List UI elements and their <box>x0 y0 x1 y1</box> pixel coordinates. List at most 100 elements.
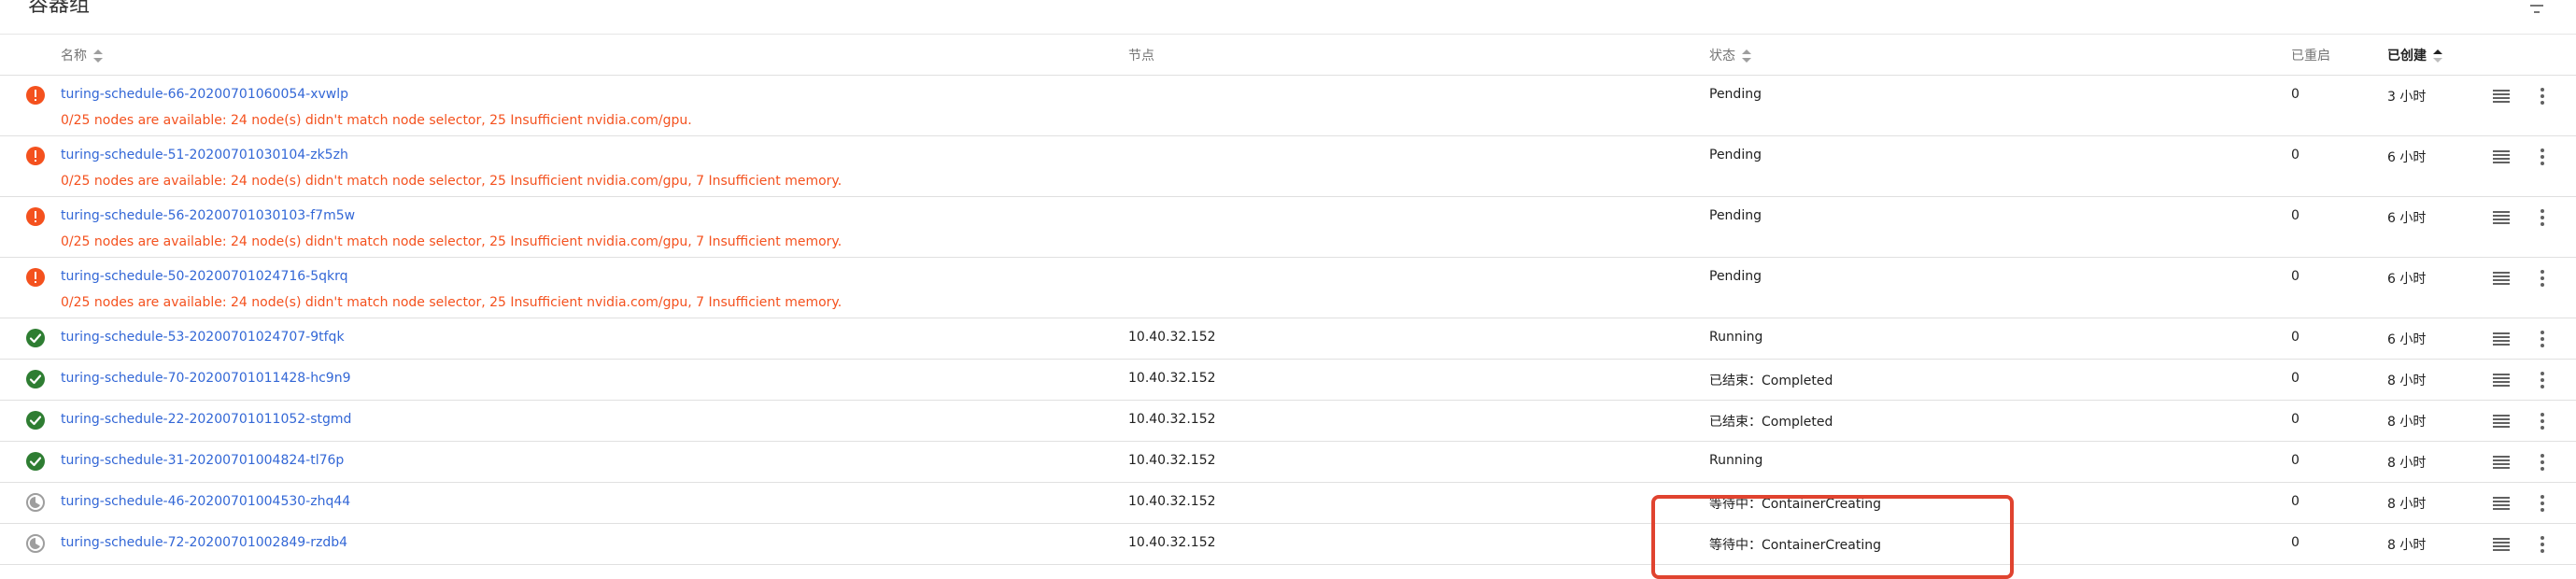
pod-restarts: 0 <box>2291 269 2300 284</box>
pod-restarts: 0 <box>2291 453 2300 468</box>
logs-icon[interactable] <box>2492 537 2511 552</box>
logs-icon[interactable] <box>2492 496 2511 511</box>
pod-error-message: 0/25 nodes are available: 24 node(s) did… <box>61 113 692 128</box>
pod-age: 3 小时 <box>2387 90 2427 105</box>
pod-node: 10.40.32.152 <box>1128 412 1216 427</box>
more-vert-icon[interactable] <box>2533 453 2552 472</box>
column-header-node-label: 节点 <box>1128 49 1154 64</box>
table-row: turing-schedule-22-20200701011052-stgmd … <box>0 401 2576 442</box>
title-divider <box>0 34 2576 35</box>
pending-circle-icon <box>26 493 45 512</box>
pod-name-link[interactable]: turing-schedule-66-20200701060054-xvwlp <box>61 87 348 102</box>
column-header-restarts: 已重启 <box>2291 45 2330 67</box>
sort-icon[interactable] <box>1741 49 1752 64</box>
table-row: turing-schedule-46-20200701004530-zhq44 … <box>0 483 2576 524</box>
pod-status: Pending <box>1709 269 1762 284</box>
pod-name-link[interactable]: turing-schedule-46-20200701004530-zhq44 <box>61 494 350 509</box>
column-header-status[interactable]: 状态 <box>1709 45 1752 67</box>
pod-name-link[interactable]: turing-schedule-72-20200701002849-rzdb4 <box>61 535 347 550</box>
pod-status: 已结束：Completed <box>1709 374 1833 388</box>
more-vert-icon[interactable] <box>2533 412 2552 431</box>
pod-status: 等待中：ContainerCreating <box>1709 538 1881 553</box>
pod-status: Pending <box>1709 208 1762 223</box>
pod-restarts: 0 <box>2291 330 2300 345</box>
table-row: turing-schedule-53-20200701024707-9tfqk … <box>0 318 2576 360</box>
column-header-node: 节点 <box>1128 45 1154 67</box>
logs-icon[interactable] <box>2492 210 2511 225</box>
table-row: turing-schedule-56-20200701030103-f7m5w … <box>0 197 2576 258</box>
pod-age: 8 小时 <box>2387 456 2427 471</box>
pod-status: 等待中：ContainerCreating <box>1709 497 1881 512</box>
more-vert-icon[interactable] <box>2533 269 2552 288</box>
error-circle-icon <box>26 86 45 105</box>
more-vert-icon[interactable] <box>2533 87 2552 106</box>
pod-age: 8 小时 <box>2387 538 2427 553</box>
pod-name-link[interactable]: turing-schedule-56-20200701030103-f7m5w <box>61 208 355 223</box>
pod-name-link[interactable]: turing-schedule-22-20200701011052-stgmd <box>61 412 351 427</box>
pod-status: Running <box>1709 330 1763 345</box>
check-circle-icon <box>26 411 45 430</box>
table-row: turing-schedule-51-20200701030104-zk5zh … <box>0 136 2576 197</box>
table-row: turing-schedule-50-20200701024716-5qkrq … <box>0 258 2576 318</box>
pod-age: 6 小时 <box>2387 211 2427 226</box>
pod-node: 10.40.32.152 <box>1128 330 1216 345</box>
table-row: turing-schedule-31-20200701004824-tl76p … <box>0 442 2576 483</box>
logs-icon[interactable] <box>2492 455 2511 470</box>
check-circle-icon <box>26 329 45 347</box>
pending-circle-icon <box>26 534 45 553</box>
column-header-status-label: 状态 <box>1709 49 1735 64</box>
error-circle-icon <box>26 268 45 287</box>
pod-status: Pending <box>1709 148 1762 162</box>
logs-icon[interactable] <box>2492 149 2511 164</box>
more-vert-icon[interactable] <box>2533 535 2552 554</box>
pod-age: 8 小时 <box>2387 415 2427 430</box>
pod-name-link[interactable]: turing-schedule-70-20200701011428-hc9n9 <box>61 371 351 386</box>
more-vert-icon[interactable] <box>2533 330 2552 348</box>
pod-node: 10.40.32.152 <box>1128 371 1216 386</box>
filter-icon[interactable] <box>2526 0 2548 15</box>
table-row: turing-schedule-70-20200701011428-hc9n9 … <box>0 360 2576 401</box>
pod-age: 8 小时 <box>2387 497 2427 512</box>
logs-icon[interactable] <box>2492 332 2511 346</box>
pod-node: 10.40.32.152 <box>1128 535 1216 550</box>
pod-name-link[interactable]: turing-schedule-31-20200701004824-tl76p <box>61 453 344 468</box>
pod-status: 已结束：Completed <box>1709 415 1833 430</box>
table-row: turing-schedule-72-20200701002849-rzdb4 … <box>0 524 2576 565</box>
logs-icon[interactable] <box>2492 89 2511 104</box>
column-header-created[interactable]: 已创建 <box>2387 45 2443 67</box>
pod-age: 6 小时 <box>2387 150 2427 165</box>
pod-restarts: 0 <box>2291 208 2300 223</box>
error-circle-icon <box>26 147 45 165</box>
pod-age: 6 小时 <box>2387 272 2427 287</box>
more-vert-icon[interactable] <box>2533 371 2552 389</box>
pod-restarts: 0 <box>2291 87 2300 102</box>
more-vert-icon[interactable] <box>2533 148 2552 166</box>
check-circle-icon <box>26 452 45 471</box>
sort-icon[interactable] <box>92 49 104 64</box>
pod-name-link[interactable]: turing-schedule-51-20200701030104-zk5zh <box>61 148 348 162</box>
pod-status: Pending <box>1709 87 1762 102</box>
pod-name-link[interactable]: turing-schedule-53-20200701024707-9tfqk <box>61 330 345 345</box>
table-row: turing-schedule-66-20200701060054-xvwlp … <box>0 76 2576 136</box>
pod-restarts: 0 <box>2291 148 2300 162</box>
pod-restarts: 0 <box>2291 494 2300 509</box>
logs-icon[interactable] <box>2492 271 2511 286</box>
sort-desc-icon[interactable] <box>2432 49 2443 64</box>
pod-restarts: 0 <box>2291 535 2300 550</box>
pod-node: 10.40.32.152 <box>1128 453 1216 468</box>
more-vert-icon[interactable] <box>2533 494 2552 513</box>
more-vert-icon[interactable] <box>2533 208 2552 227</box>
pod-age: 8 小时 <box>2387 374 2427 388</box>
column-header-restarts-label: 已重启 <box>2291 49 2330 64</box>
pod-name-link[interactable]: turing-schedule-50-20200701024716-5qkrq <box>61 269 348 284</box>
logs-icon[interactable] <box>2492 373 2511 388</box>
pod-error-message: 0/25 nodes are available: 24 node(s) did… <box>61 295 842 310</box>
pod-node: 10.40.32.152 <box>1128 494 1216 509</box>
pod-restarts: 0 <box>2291 371 2300 386</box>
column-header-created-label: 已创建 <box>2387 49 2427 64</box>
column-header-name[interactable]: 名称 <box>61 45 104 67</box>
logs-icon[interactable] <box>2492 414 2511 429</box>
check-circle-icon <box>26 370 45 388</box>
error-circle-icon <box>26 207 45 226</box>
pod-restarts: 0 <box>2291 412 2300 427</box>
